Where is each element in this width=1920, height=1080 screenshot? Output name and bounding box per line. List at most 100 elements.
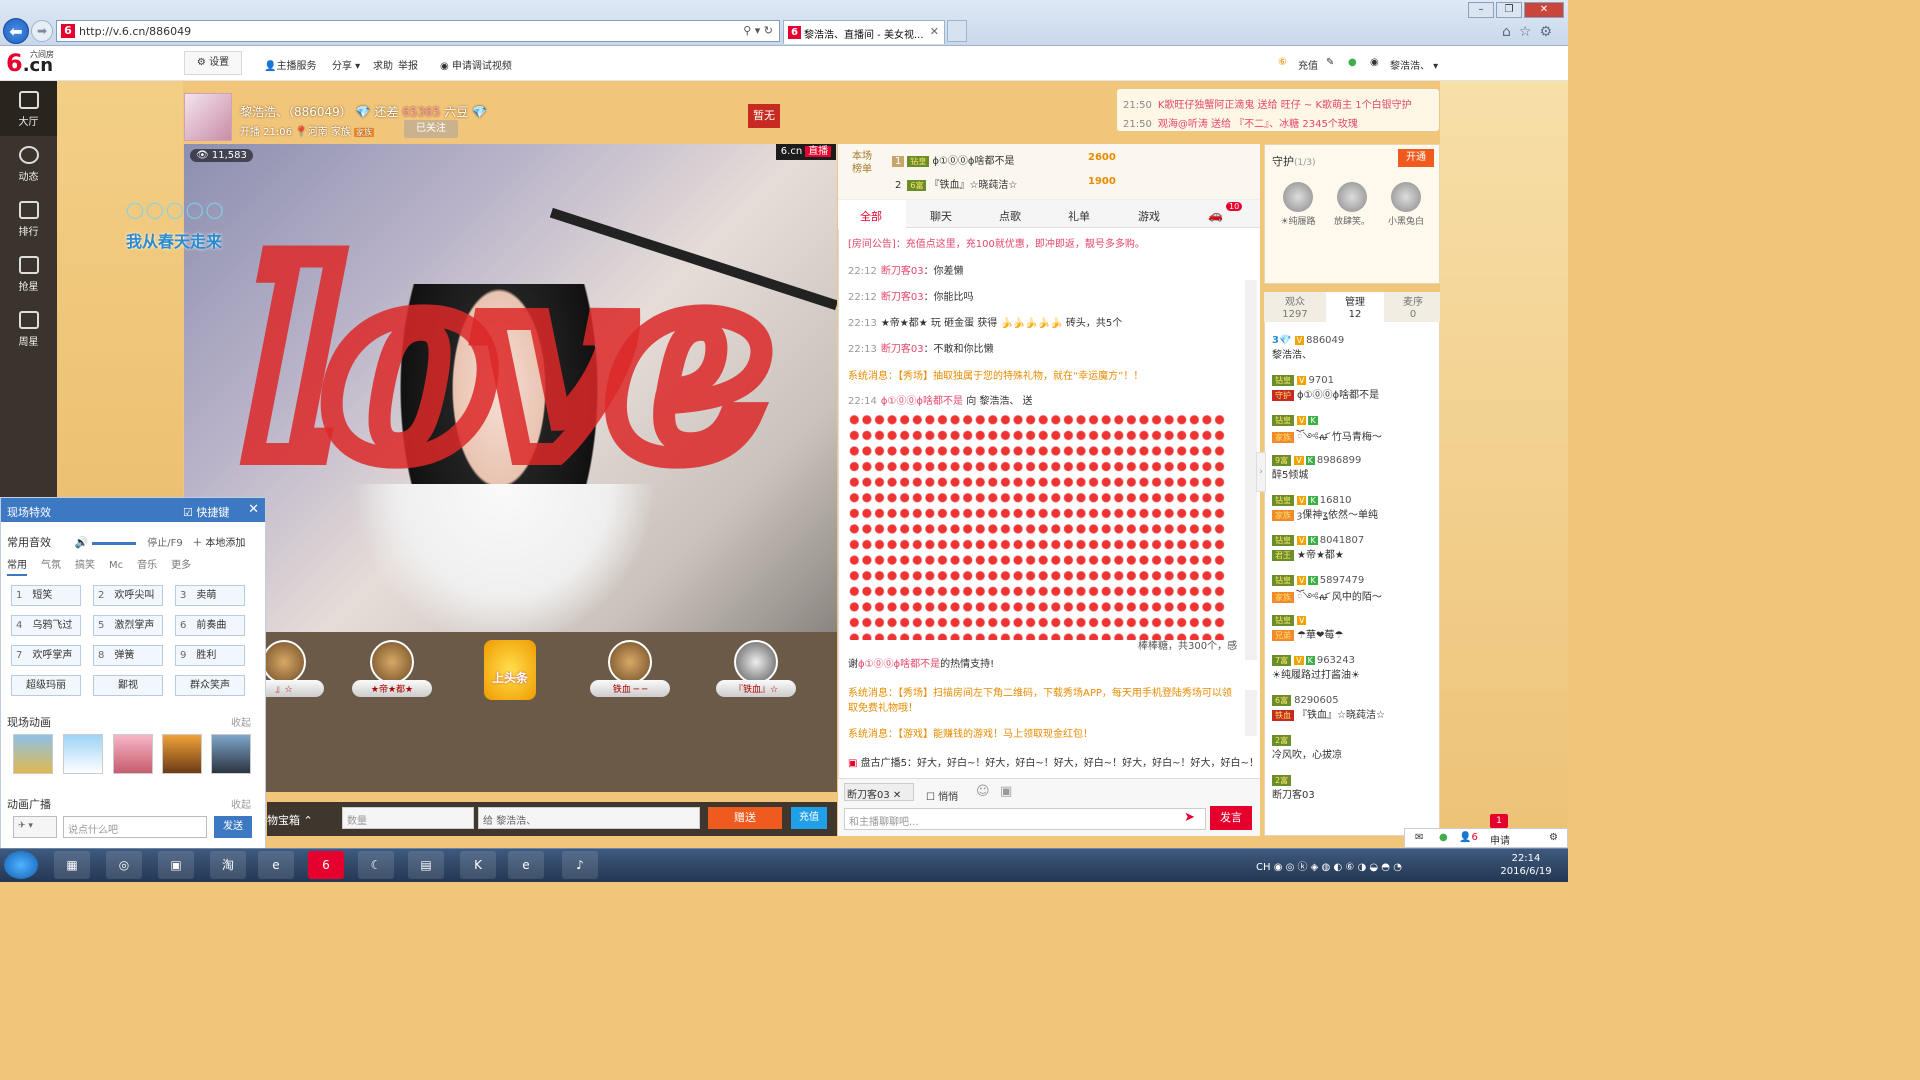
tab-close-icon[interactable]: ✕ [930,25,939,38]
user-row[interactable]: 钻皇 V K 8041807 君王 ★帝★都★ [1272,535,1364,561]
taskbar-app-mic[interactable]: ♪ [562,851,598,879]
taskbar-app-photo[interactable]: ▤ [408,851,444,879]
gift-quantity-input[interactable]: 数量 [342,807,474,829]
address-bar[interactable]: 6 http://v.6.cn/886049 ⚲ ▾ ↻ [56,20,780,42]
anim-thumb-bomb[interactable] [211,734,251,774]
settings-icon[interactable]: ⚙ [1549,832,1558,843]
fx-sound-button[interactable]: 超级玛丽 [11,675,81,696]
broadcast-input[interactable]: 说点什么吧 [63,816,207,838]
chat-target-user[interactable]: 断刀客03 ✕ [844,783,914,801]
browser-tab[interactable]: 6 黎浩浩、直播间 - 美女视... ✕ [783,20,945,44]
share-menu[interactable]: 分享 ▾ [332,57,360,72]
whisper-checkbox[interactable]: ☐ 悄悄 [926,788,958,803]
collapse-panel-handle[interactable]: › [1256,452,1266,492]
stop-sound-button[interactable]: 停止/F9 [147,538,182,549]
settings-button[interactable]: ⚙ 设置 [184,51,242,75]
fx-sound-button[interactable]: 2 欢呼尖叫 [93,585,163,606]
anim-thumb-hearts[interactable] [113,734,153,774]
user-avatar[interactable]: ◉ [1370,57,1379,68]
sidebar-item-dynamic[interactable]: 动态 [0,136,57,191]
volume-icon[interactable]: 🔊 [75,536,89,549]
open-guard-button[interactable]: 开通 [1398,149,1434,167]
user-row[interactable]: 钻皇 V K 16810 家族 ȝ倮神ʓ依然～单纯 [1272,495,1378,521]
people-icon[interactable]: 👤6 [1459,832,1478,843]
tab-audience[interactable]: 观众 1297 [1266,297,1324,321]
user-row[interactable]: 2富 断刀客03 [1272,775,1315,801]
guard-member[interactable]: ☀纯履路 [1272,182,1324,227]
fx-tab[interactable]: 搞笑 [75,556,95,571]
fx-sound-button[interactable]: 群众笑声 [175,675,245,696]
user-row[interactable]: 3💎 V 886049 黎浩浩、 [1272,335,1344,361]
fx-sound-button[interactable]: 7 欢呼掌声 [11,645,81,666]
start-button[interactable] [4,851,38,879]
rank-item[interactable]: 铁血 ─ ─ [590,640,670,697]
chat-input[interactable]: 和主播聊聊吧... [844,808,1206,830]
system-scrollbar[interactable] [1245,690,1257,736]
chat-tab-gifts[interactable]: 礼单 [1068,208,1090,224]
taskbar-app-ie[interactable]: e [258,851,294,879]
pause-flag[interactable]: 暂无 [748,104,780,128]
anim-thumb-bird[interactable] [63,734,103,774]
apply-button[interactable]: 申请 [1490,832,1510,847]
rank-item[interactable]: ★帝★都★ [352,640,432,697]
anchor-service-link[interactable]: 👤主播服务 [264,57,316,72]
fx-tab[interactable]: 气氛 [41,556,61,571]
browser-home-icons[interactable]: ⌂☆⚙ [1502,24,1560,40]
debug-video-link[interactable]: ◉ 申请调试视频 [440,57,512,72]
anim-thumb-raccoon[interactable] [13,734,53,774]
user-row[interactable]: 2富 冷风吹，心拔凉 [1272,735,1342,761]
user-row[interactable]: 9富 V K 8986899 醉5倾城 [1272,455,1361,481]
fx-shortcut-toggle[interactable]: ☑ 快捷键 [183,504,229,520]
taskbar-app-taobao[interactable]: 淘 [210,851,246,879]
new-tab-button[interactable] [947,20,967,42]
treasure-box-button[interactable]: 物宝箱 ⌃ [267,812,313,828]
gift-recipient-select[interactable]: 给 黎浩浩、 [478,807,700,829]
fx-tab[interactable]: 常用 [7,556,27,576]
online-icon[interactable]: ● [1439,832,1448,843]
chat-tab-song[interactable]: 点歌 [999,208,1021,224]
forward-button[interactable]: ➡ [31,20,53,42]
fx-close-icon[interactable]: ✕ [248,502,259,517]
anchor-avatar[interactable] [184,93,232,141]
rank-item[interactable]: 『铁血』☆ [716,640,796,697]
follow-button[interactable]: 已关注 [404,120,458,138]
send-arrow-icon[interactable]: ➤ [1184,810,1195,825]
user-row[interactable]: 钻皇 V 9701 守护 ϕ①⓪⓪ϕ啥都不是 [1272,375,1379,401]
sidebar-item-grab-star[interactable]: 抢星 [0,246,57,301]
back-button[interactable]: ⬅ [3,18,29,44]
fx-tab[interactable]: Mc [109,560,123,571]
sidebar-item-week-star[interactable]: 周星 [0,301,57,356]
emoji-icon[interactable]: ☺ [976,784,990,799]
taskbar-app-ie2[interactable]: e [508,851,544,879]
anim-collapse[interactable]: 收起 [231,714,251,729]
fx-sound-button[interactable]: 8 弹簧 [93,645,163,666]
help-link[interactable]: 求助 [373,57,393,72]
guard-member[interactable]: 小黑兔白 [1380,182,1432,227]
site-logo[interactable]: 6.cn 六间房 [6,49,60,77]
mail-icon[interactable]: ✉ [1415,832,1423,843]
broadcast-type-select[interactable]: ✈ ▾ [13,816,57,838]
volume-slider[interactable] [91,541,136,545]
chat-tab-all[interactable]: 全部 [860,208,882,224]
fx-tab[interactable]: 更多 [171,556,191,571]
taskbar-app-kugou[interactable]: K [460,851,496,879]
charge-link[interactable]: 充值 [1298,57,1318,72]
user-row[interactable]: 钻皇 V 兄弟 ☂華❤莓☂ [1272,615,1343,641]
edit-icon[interactable]: ✎ [1326,57,1334,68]
address-url[interactable]: http://v.6.cn/886049 [79,25,191,38]
add-local-button[interactable]: ＋ 本地添加 [192,538,245,549]
anim-thumb-monster[interactable] [162,734,202,774]
fx-sound-button[interactable]: 9 胜利 [175,645,245,666]
broadcast-send-button[interactable]: 发送 [214,816,252,838]
close-window-button[interactable]: ✕ [1524,2,1564,18]
fx-sound-button[interactable]: 4 乌鸦飞过 [11,615,81,636]
fx-sound-button[interactable]: 3 卖萌 [175,585,245,606]
give-gift-button[interactable]: 赠送 [708,807,782,829]
user-row[interactable]: 钻皇 V K 家族ོ༺ꫛ 竹马青梅～ [1272,415,1382,454]
fx-sound-button[interactable]: 5 激烈掌声 [93,615,163,636]
user-row[interactable]: 钻皇 V K 5897479 家族ོ༺ꫛ 风中的陌～ [1272,575,1382,614]
check-icon[interactable]: ● [1348,57,1357,68]
sidebar-item-hall[interactable]: 大厅 [0,81,57,136]
tab-admin[interactable]: 管理 12 [1326,292,1384,322]
system-tray[interactable]: CH ◉ ◎ ⓚ ◈ ◍ ◐ ⑥ ◑ ◒ ◓ ◔ [1256,858,1402,873]
